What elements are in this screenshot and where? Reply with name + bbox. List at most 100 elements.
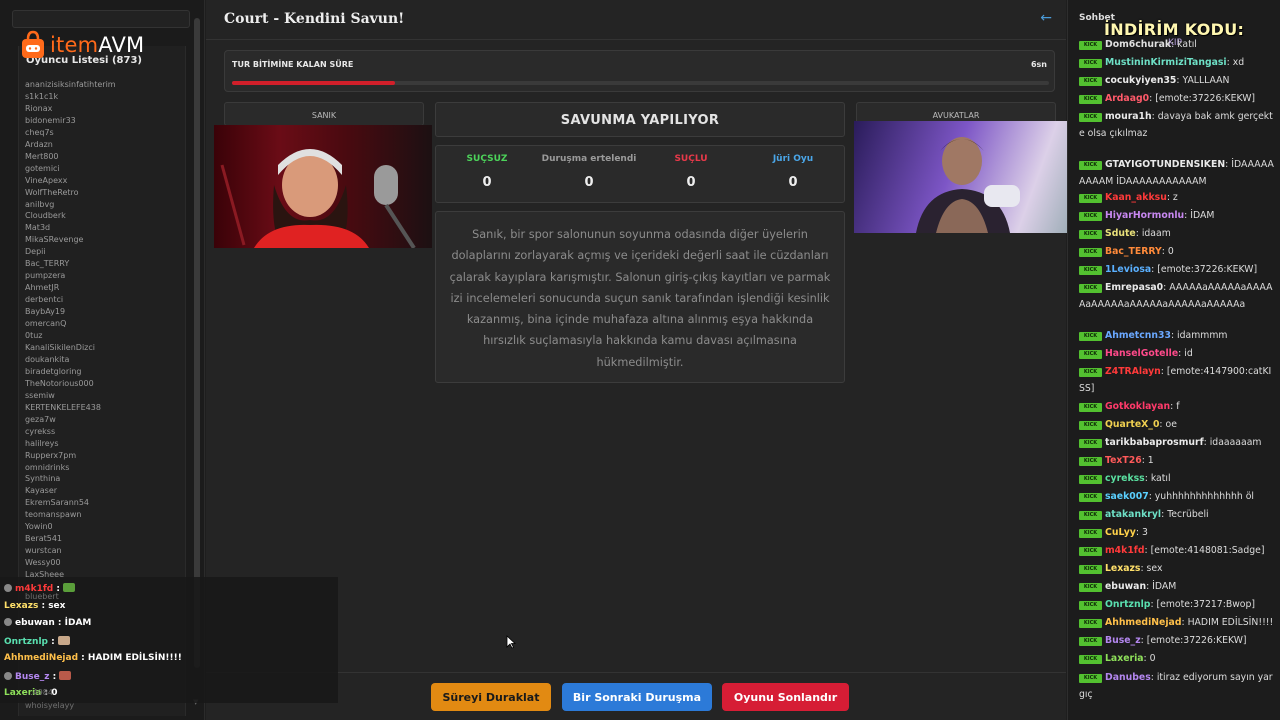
player-list-item[interactable]: anilbvg: [25, 199, 116, 211]
chat-username[interactable]: cocukyiyen35: [1105, 75, 1176, 86]
player-list-item[interactable]: Yowin0: [25, 521, 116, 533]
player-list-item[interactable]: MikaSRevenge: [25, 234, 116, 246]
player-list-item[interactable]: Berat541: [25, 533, 116, 545]
player-list-item[interactable]: TheNotorious000: [25, 378, 116, 390]
chat-username[interactable]: Danubes: [1105, 672, 1151, 683]
sidebar-scroll-thumb[interactable]: [194, 18, 200, 668]
chat-username[interactable]: Bac_TERRY: [1105, 246, 1162, 257]
chat-username[interactable]: cyrekss: [1105, 473, 1145, 484]
chat-username[interactable]: Onrtznlp: [1105, 599, 1150, 610]
vote-counts: SUÇSUZ 0 Duruşma ertelendi 0 SUÇLU 0 Jüri Oyu 0: [435, 145, 845, 203]
timer-label: TUR BİTİMİNE KALAN SÜRE: [232, 60, 354, 69]
chat-username[interactable]: GTAYIGOTUNDENSIKEN: [1105, 159, 1225, 170]
pause-timer-button[interactable]: Süreyi Duraklat: [431, 683, 551, 711]
chat-username[interactable]: tarikbabaprosmurf: [1105, 437, 1204, 448]
kick-badge-icon: KICK: [1079, 637, 1102, 646]
player-list-item[interactable]: s1k1c1k: [25, 91, 116, 103]
player-list-item[interactable]: cheq7s: [25, 127, 116, 139]
player-list-item[interactable]: KanaliSikilenDizci: [25, 342, 116, 354]
lawyers-label: AVUKATLAR: [932, 111, 980, 120]
player-list-item[interactable]: Mert800: [25, 151, 116, 163]
player-list-item[interactable]: Cloudberk: [25, 210, 116, 222]
chat-username[interactable]: HanselGotelle: [1105, 348, 1178, 359]
chat-message: KICK AhhmediNejad: HADIM EDİLSİN!!!!: [1079, 615, 1275, 632]
player-list-item[interactable]: Mat3d: [25, 222, 116, 234]
player-list-item[interactable]: biradetgloring: [25, 366, 116, 378]
player-list-item[interactable]: doukankita: [25, 354, 116, 366]
player-list-item[interactable]: EkremSarann54: [25, 497, 116, 509]
chat-text: sex: [1146, 563, 1163, 574]
overlay-username: AhhmediNejad: [4, 653, 79, 663]
chat-username[interactable]: Ahmetcnn33: [1105, 330, 1171, 341]
chat-username[interactable]: CuLyy: [1105, 527, 1136, 538]
player-search-input[interactable]: [12, 10, 190, 28]
vote-count: 0: [584, 175, 594, 190]
player-list-item[interactable]: pumpzera: [25, 270, 116, 282]
chat-username[interactable]: AhhmediNejad: [1105, 617, 1181, 628]
chat-username[interactable]: Z4TRAlayn: [1105, 366, 1161, 377]
chat-username[interactable]: m4k1fd: [1105, 545, 1145, 556]
chat-message: KICK Sdute: idaam: [1079, 226, 1275, 243]
player-list-item[interactable]: wurstcan: [25, 545, 116, 557]
player-list-item[interactable]: Kayaser: [25, 485, 116, 497]
player-list-item[interactable]: Bac_TERRY: [25, 258, 116, 270]
chat-message: KICK Buse_z: [emote:37226:KEKW]: [1079, 633, 1275, 650]
player-list-item[interactable]: omercanQ: [25, 318, 116, 330]
chat-username[interactable]: atakankryl: [1105, 509, 1161, 520]
overlay-username: Onrtznlp: [4, 636, 48, 647]
player-list-item[interactable]: 0tuz: [25, 330, 116, 342]
chat-username[interactable]: Gotkoklayan: [1105, 401, 1170, 412]
player-list-item[interactable]: derbentci: [25, 294, 116, 306]
overlay-text: İDAM: [64, 618, 92, 628]
overlay-text: sex: [48, 600, 66, 611]
arrow-left-icon[interactable]: ←: [1040, 10, 1052, 26]
player-list-item[interactable]: BaybAy19: [25, 306, 116, 318]
chat-username[interactable]: ebuwan: [1105, 581, 1146, 592]
player-list-item[interactable]: Rionax: [25, 103, 116, 115]
chat-username[interactable]: moura1h: [1105, 111, 1152, 122]
chat-username[interactable]: HiyarHormonlu: [1105, 210, 1184, 221]
chat-username[interactable]: saek007: [1105, 491, 1149, 502]
player-list-item[interactable]: bluebert: [25, 592, 59, 601]
next-trial-button[interactable]: Bir Sonraki Duruşma: [562, 683, 712, 711]
player-list-item[interactable]: Ardazn: [25, 139, 116, 151]
chat-username[interactable]: Dom6churak: [1105, 39, 1171, 50]
player-list-item[interactable]: whoisyelayy: [25, 701, 74, 710]
player-list-item[interactable]: bidonemir33: [25, 115, 116, 127]
end-game-button[interactable]: Oyunu Sonlandır: [722, 683, 849, 711]
chat-username[interactable]: Kaan_akksu: [1105, 192, 1167, 203]
chat-message: KICK Gotkoklayan: f: [1079, 399, 1275, 416]
chat-username[interactable]: 1Leviosa: [1105, 264, 1151, 275]
player-list-item[interactable]: gotemici: [25, 163, 116, 175]
player-list-item[interactable]: ananizisiksinfatihterim: [25, 79, 116, 91]
chat-username[interactable]: MustininKirmiziTangasi: [1105, 57, 1227, 68]
chat-text: f: [1176, 401, 1180, 412]
player-list-item[interactable]: ...4984: [25, 688, 53, 697]
chat-message: KICK GTAYIGOTUNDENSIKEN: İDAAAAAAAAAM İDA…: [1079, 157, 1275, 190]
player-list-item[interactable]: VineApexx: [25, 175, 116, 187]
chat-username[interactable]: Laxeria: [1105, 653, 1144, 664]
chat-username[interactable]: TexT26: [1105, 455, 1142, 466]
player-list-item[interactable]: Wessy00: [25, 557, 116, 569]
player-list-item[interactable]: KERTENKELEFE438: [25, 402, 116, 414]
player-list-item[interactable]: teomanspawn: [25, 509, 116, 521]
player-list-item[interactable]: Rupperx7pm: [25, 450, 116, 462]
chat-username[interactable]: Buse_z: [1105, 635, 1141, 646]
chat-username[interactable]: QuarteX_0: [1105, 419, 1159, 430]
chat-username[interactable]: Ardaag0: [1105, 93, 1149, 104]
chat-text: idammmm: [1177, 330, 1228, 341]
chat-username[interactable]: Emrepasa0: [1105, 282, 1163, 293]
player-list-item[interactable]: omnidrinks: [25, 462, 116, 474]
player-list-item[interactable]: cyrekss: [25, 426, 116, 438]
player-list-item[interactable]: WolfTheRetro: [25, 187, 116, 199]
player-list-item[interactable]: AhmetJR: [25, 282, 116, 294]
player-list-item[interactable]: geza7w: [25, 414, 116, 426]
vote-column: Jüri Oyu 0: [742, 146, 844, 202]
player-list-item[interactable]: Depii: [25, 246, 116, 258]
player-list-item[interactable]: ssemiw: [25, 390, 116, 402]
chat-username[interactable]: Lexazs: [1105, 563, 1140, 574]
player-list-item[interactable]: Synthina: [25, 473, 116, 485]
player-list-item[interactable]: halilreys: [25, 438, 116, 450]
chat-username[interactable]: Sdute: [1105, 228, 1136, 239]
defendant-label: SANIK: [311, 111, 337, 120]
